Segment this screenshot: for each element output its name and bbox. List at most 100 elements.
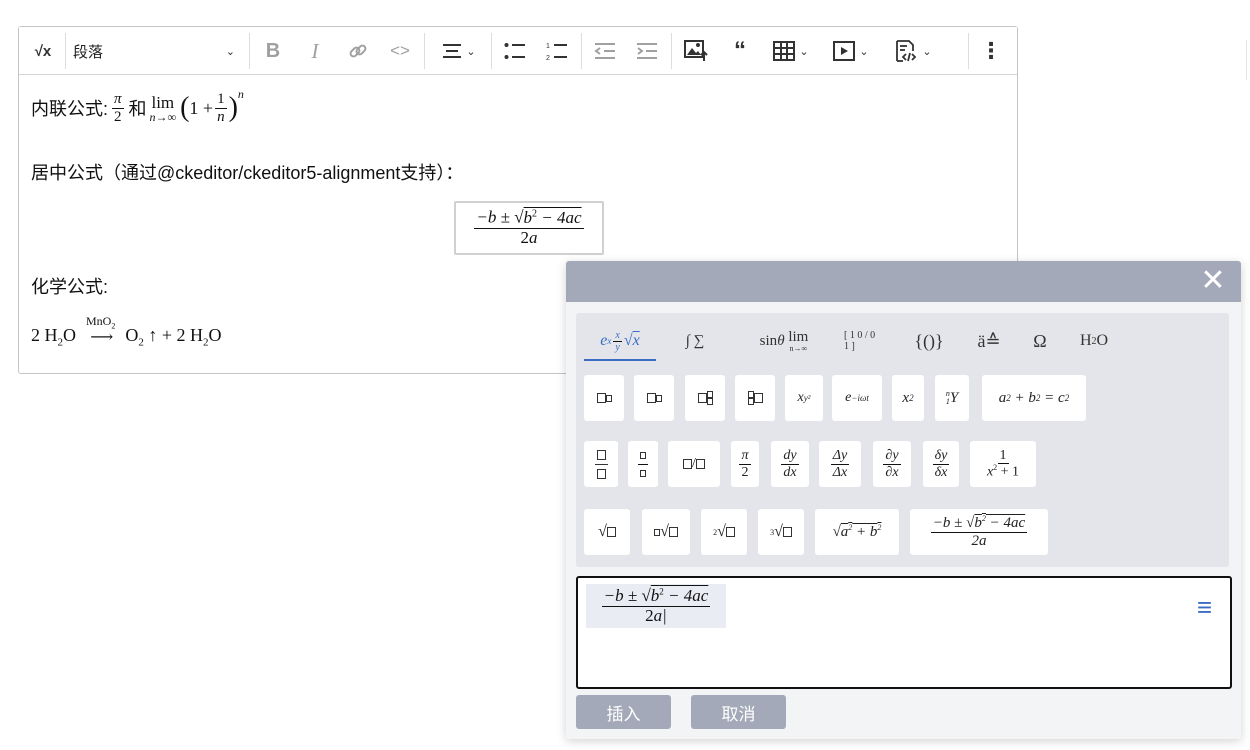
formula-one-plus: 1 + — [189, 97, 214, 118]
inline-formula-line: 内联公式: π2 和 lim n→∞ ( 1 + 1n ) n — [31, 87, 244, 125]
blockquote-button[interactable]: “ — [728, 36, 752, 66]
template-sub-superscript[interactable] — [685, 375, 725, 421]
template-sqrt-a2-b2[interactable]: √ a2 + b2 — [815, 509, 899, 555]
toolbar-separator — [581, 33, 582, 69]
numbered-list-icon: 12 — [546, 43, 567, 61]
template-small-fraction[interactable] — [628, 441, 658, 487]
inline-formula-label: 内联公式: — [31, 99, 109, 119]
toolbar-separator — [65, 33, 66, 69]
chevron-down-icon: ⌄ — [225, 45, 235, 58]
toolbar-separator — [424, 33, 425, 69]
template-sqrt[interactable]: √ — [584, 509, 630, 555]
link-button[interactable] — [346, 36, 370, 66]
formula-input[interactable]: −b ± √b2 − 4ac 2a| ≡ — [576, 576, 1232, 689]
bulleted-list-button[interactable] — [503, 36, 527, 66]
formula-limit: lim n→∞ — [149, 92, 177, 124]
inline-and-text: 和 — [128, 99, 147, 119]
template-partial-y-x[interactable]: ∂y ∂x — [873, 441, 911, 487]
chem-reactant: 2 H2O — [31, 324, 76, 349]
insert-media-dropdown[interactable]: ⌄ — [828, 36, 874, 66]
indent-button[interactable] — [635, 36, 659, 66]
template-superscript[interactable] — [584, 375, 624, 421]
page-edge-divider — [1246, 40, 1247, 80]
align-center-icon — [443, 44, 462, 58]
source-code-dropdown[interactable]: ⌄ — [888, 36, 938, 66]
formula-pi-over-2: π2 — [112, 91, 124, 125]
svg-text:1: 1 — [546, 43, 550, 50]
template-nth-root[interactable]: √ — [642, 509, 690, 555]
template-small-delta-y-x[interactable]: δy δx — [923, 441, 959, 487]
template-prescript-y[interactable]: n1Y — [935, 375, 969, 421]
link-icon — [349, 44, 367, 58]
center-formula-label: 居中公式（通过@ckeditor/ckeditor5-alignment支持）： — [31, 163, 464, 183]
template-delta-y-delta-x[interactable]: Δy Δx — [819, 441, 861, 487]
chevron-down-icon: ⌄ — [859, 45, 869, 58]
paragraph-dropdown[interactable]: 段落 ⌄ — [73, 36, 235, 66]
toolbar-separator — [671, 33, 672, 69]
template-pythagorean[interactable]: a2 + b2 = c2 — [982, 375, 1086, 421]
bulleted-list-icon — [504, 43, 525, 59]
chem-products: O2 ↑ + 2 H2O — [125, 324, 222, 349]
insert-button[interactable]: 插入 — [576, 695, 671, 729]
indent-icon — [637, 43, 657, 59]
tab-functions[interactable]: sin θ lim n→∞ — [752, 323, 816, 359]
tab-greek[interactable]: Ω — [1028, 323, 1052, 359]
paragraph-label: 段落 — [73, 43, 104, 61]
quadratic-fraction: −b ± √b2 − 4ac 2a — [474, 208, 584, 247]
chevron-down-icon: ⌄ — [922, 45, 932, 58]
tab-accents[interactable]: ä≙ — [972, 323, 1006, 359]
toolbar-separator — [491, 33, 492, 69]
chemical-equation: 2 H2O MnO2 ⟶ O2 ↑ + 2 H2O — [31, 315, 222, 352]
paren-close: ) — [228, 92, 238, 123]
template-square-root[interactable]: 2 √ — [701, 509, 747, 555]
image-upload-icon — [684, 40, 708, 61]
chem-reaction-arrow: MnO2 ⟶ — [86, 314, 116, 347]
more-options-button[interactable]: ⋮ — [980, 36, 1002, 66]
toolbar-separator — [249, 33, 250, 69]
chevron-down-icon: ⌄ — [799, 45, 809, 58]
palette-tabs: ex xy √ x ∫ ∑ sin θ lim n→∞ [ 1 0 / 0 1 ] {… — [576, 313, 1229, 363]
template-pi-over-2[interactable]: π2 — [731, 441, 759, 487]
template-x-squared[interactable]: x2 — [892, 375, 924, 421]
template-cube-root[interactable]: 3 √ — [758, 509, 804, 555]
quote-icon: “ — [734, 37, 746, 64]
tab-chemistry[interactable]: H2O — [1072, 323, 1116, 359]
svg-text:2: 2 — [546, 55, 550, 61]
hamburger-menu-icon[interactable]: ≡ — [1197, 594, 1212, 620]
symbol-palette: ex xy √ x ∫ ∑ sin θ lim n→∞ [ 1 0 / 0 1 ] {… — [576, 313, 1229, 567]
toolbar-separator — [968, 33, 969, 69]
template-x-sub-y2[interactable]: x y² — [785, 375, 823, 421]
chevron-down-icon: ⌄ — [466, 45, 476, 58]
formula-one-over-n: 1n — [215, 91, 227, 125]
math-formula-dialog: ✕ ex xy √ x ∫ ∑ sin θ lim n→∞ [ 1 0 / 0 1 ]… — [566, 261, 1241, 739]
tab-integral-sum[interactable]: ∫ ∑ — [672, 323, 718, 359]
paren-open: ( — [180, 92, 190, 123]
tab-brackets[interactable]: {()} — [910, 323, 948, 359]
centered-quadratic-formula[interactable]: −b ± √b2 − 4ac 2a — [454, 201, 604, 255]
bold-button[interactable]: B — [262, 36, 284, 66]
outdent-button[interactable] — [593, 36, 617, 66]
tab-basic[interactable]: ex xy √ x — [584, 323, 656, 361]
template-slash-fraction[interactable]: / — [668, 441, 720, 487]
table-icon — [773, 41, 796, 61]
template-dy-dx[interactable]: dy dx — [771, 441, 809, 487]
template-one-over-x2-plus-1[interactable]: 1 x2 + 1 — [970, 441, 1036, 487]
alignment-dropdown[interactable]: ⌄ — [436, 36, 482, 66]
insert-image-button[interactable] — [683, 36, 709, 66]
template-e-iwt[interactable]: e −iωt — [832, 375, 882, 421]
template-fraction[interactable] — [584, 441, 618, 487]
code-button[interactable]: <> — [388, 36, 412, 66]
italic-button[interactable]: I — [305, 36, 325, 66]
math-formula-button[interactable]: √x — [31, 36, 55, 66]
insert-table-dropdown[interactable]: ⌄ — [768, 36, 814, 66]
dialog-header: ✕ — [566, 261, 1241, 302]
cancel-button[interactable]: 取消 — [691, 695, 786, 729]
close-icon[interactable]: ✕ — [1199, 266, 1227, 296]
template-quadratic[interactable]: −b ± √b2 − 4ac 2a — [910, 509, 1048, 555]
template-left-sub-superscript[interactable] — [735, 375, 775, 421]
chem-formula-label: 化学公式: — [31, 277, 109, 297]
numbered-list-button[interactable]: 12 — [545, 36, 569, 66]
tab-matrix[interactable]: [ 1 0 / 0 1 ] — [844, 323, 882, 359]
formula-preview: −b ± √b2 − 4ac 2a| — [586, 584, 726, 628]
template-subscript[interactable] — [634, 375, 674, 421]
